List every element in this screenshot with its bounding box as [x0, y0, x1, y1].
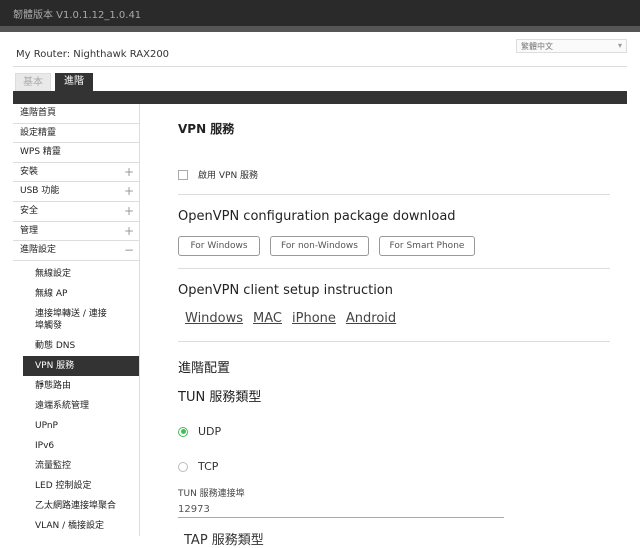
tab-advanced[interactable]: 進階 [55, 73, 93, 91]
tap-heading: TAP 服務類型 [184, 533, 264, 548]
router-name: My Router: Nighthawk RAX200 [16, 49, 170, 60]
client-link-windows[interactable]: Windows [185, 311, 243, 326]
sidebar-sub-ipv6[interactable]: IPv6 [13, 436, 139, 456]
enable-vpn-checkbox[interactable] [178, 169, 188, 180]
sidebar-sub-remote-management[interactable]: 遠端系統管理 [13, 396, 139, 416]
language-selected: 繁體中文 [521, 42, 553, 51]
tun-port-label: TUN 服務連接埠 [178, 489, 245, 499]
sidebar-sub-traffic-meter[interactable]: 流量監控 [13, 456, 139, 476]
tab-basic[interactable]: 基本 [15, 73, 51, 91]
section-divider [178, 341, 610, 342]
tab-bar [13, 91, 627, 104]
top-strip [0, 26, 640, 32]
sidebar-item-advanced-setup[interactable]: 進階設定 − [13, 241, 139, 261]
sidebar-sub-led-control[interactable]: LED 控制設定 [13, 476, 139, 496]
tcp-radio[interactable] [178, 461, 188, 472]
sidebar-item-setup[interactable]: 安裝 + [13, 163, 139, 183]
client-link-iphone[interactable]: iPhone [292, 311, 336, 326]
expand-icon: + [123, 184, 134, 199]
tcp-label: TCP [198, 460, 219, 473]
enable-vpn-label: 啟用 VPN 服務 [198, 171, 259, 181]
client-link-mac[interactable]: MAC [253, 311, 282, 326]
language-select[interactable]: 繁體中文 ▾ [516, 39, 627, 53]
download-heading: OpenVPN configuration package download [178, 209, 456, 224]
sidebar-item-advanced-home[interactable]: 進階首頁 [13, 104, 139, 124]
udp-label: UDP [198, 425, 222, 438]
client-heading: OpenVPN client setup instruction [178, 283, 393, 298]
chevron-down-icon: ▾ [617, 41, 622, 50]
collapse-icon: − [123, 243, 134, 258]
page-title: VPN 服務 [178, 122, 235, 136]
expand-icon: + [123, 203, 134, 218]
sidebar-item-wps-wizard[interactable]: WPS 精靈 [13, 143, 139, 163]
expand-icon: + [123, 164, 134, 179]
top-bar: 韌體版本 V1.0.1.12_1.0.41 [0, 0, 640, 26]
advanced-heading: 進階配置 [178, 361, 231, 376]
sidebar-sub-static-routes[interactable]: 靜態路由 [13, 376, 139, 396]
tcp-option[interactable]: TCP [178, 460, 218, 473]
tun-port-field[interactable] [178, 501, 504, 518]
tun-heading: TUN 服務類型 [178, 390, 262, 405]
sidebar-item-setup-wizard[interactable]: 設定精靈 [13, 124, 139, 144]
firmware-version: 韌體版本 V1.0.1.12_1.0.41 [13, 10, 142, 21]
download-smartphone-button[interactable]: For Smart Phone [379, 236, 475, 256]
sidebar-sub-port-forwarding[interactable]: 連接埠轉送 / 連接埠觸發 [13, 304, 113, 336]
sidebar-sub-upnp[interactable]: UPnP [13, 416, 139, 436]
header-divider [13, 66, 627, 67]
download-non-windows-button[interactable]: For non-Windows [270, 236, 369, 256]
sidebar: 進階首頁 設定精靈 WPS 精靈 安裝 + USB 功能 + 安全 + 管理 + 進階設… [13, 104, 140, 536]
sidebar-sub-ethernet-aggregation[interactable]: 乙太網路連接埠聚合 [13, 496, 139, 516]
sidebar-item-usb[interactable]: USB 功能 + [13, 182, 139, 202]
section-divider [178, 194, 610, 195]
enable-vpn-row[interactable]: 啟用 VPN 服務 [178, 168, 258, 181]
download-windows-button[interactable]: For Windows [178, 236, 260, 256]
sidebar-item-administration[interactable]: 管理 + [13, 222, 139, 242]
sidebar-sub-vpn-service[interactable]: VPN 服務 [23, 355, 139, 376]
udp-option[interactable]: UDP [178, 425, 221, 438]
sidebar-sub-wireless-ap[interactable]: 無線 AP [13, 284, 139, 304]
sidebar-sub-wireless[interactable]: 無線設定 [13, 264, 139, 284]
sidebar-sub-vlan-bridge[interactable]: VLAN / 橋接設定 [13, 516, 139, 536]
client-link-android[interactable]: Android [346, 311, 396, 326]
client-links: Windows MAC iPhone Android [185, 311, 396, 326]
section-divider [178, 268, 610, 269]
expand-icon: + [123, 223, 134, 238]
udp-radio[interactable] [178, 426, 188, 437]
sidebar-item-security[interactable]: 安全 + [13, 202, 139, 222]
sidebar-sub-dynamic-dns[interactable]: 動態 DNS [13, 336, 139, 356]
